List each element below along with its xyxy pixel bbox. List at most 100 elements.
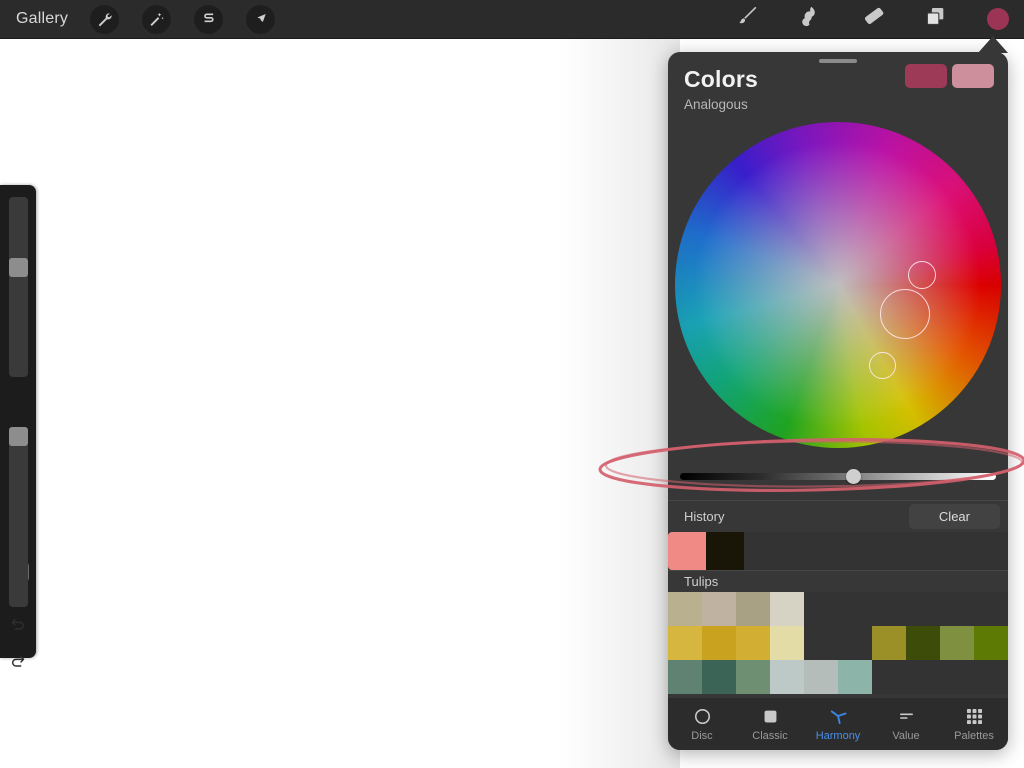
palette-swatch[interactable]	[702, 660, 736, 694]
palette-name-label: Tulips	[684, 574, 719, 589]
palette-swatch-empty	[940, 592, 974, 626]
tab-palettes[interactable]: Palettes	[940, 706, 1008, 742]
tab-disc[interactable]: Disc	[668, 706, 736, 742]
top-toolbar: Gallery	[0, 0, 1024, 39]
primary-color-swatch[interactable]	[905, 64, 947, 88]
brush-opacity-thumb[interactable]	[9, 427, 28, 446]
current-color-swatch	[987, 8, 1009, 30]
palette-swatch[interactable]	[668, 592, 702, 626]
panel-pointer-arrow	[978, 36, 1008, 53]
eraser-icon	[860, 4, 885, 34]
palette-swatch-empty	[838, 592, 872, 626]
tab-harmony[interactable]: Harmony	[804, 706, 872, 742]
wheel-vignette	[675, 122, 1001, 448]
palette-swatch[interactable]	[804, 660, 838, 694]
palette-swatch[interactable]	[736, 592, 770, 626]
selection-button[interactable]	[194, 4, 224, 34]
history-swatch[interactable]	[706, 532, 744, 570]
history-label: History	[684, 509, 725, 524]
circle-outline-icon	[693, 706, 712, 726]
palette-swatch-empty	[974, 660, 1008, 694]
history-swatch[interactable]	[668, 532, 706, 570]
selection-s-icon	[201, 11, 217, 27]
palette-row	[668, 592, 1008, 626]
actions-button[interactable]	[90, 4, 120, 34]
history-swatch-strip	[668, 532, 1008, 570]
palette-row	[668, 660, 1008, 694]
eraser-button[interactable]	[858, 5, 886, 33]
color-wheel-area[interactable]	[675, 120, 1001, 450]
redo-arrow-icon	[10, 654, 26, 675]
palette-swatch[interactable]	[736, 626, 770, 660]
canvas-shadow-gradient	[560, 38, 680, 768]
palette-swatch-empty	[872, 660, 906, 694]
layers-icon	[923, 4, 948, 34]
smudge-icon	[797, 4, 822, 34]
palette-swatch-empty	[940, 660, 974, 694]
palette-swatch[interactable]	[668, 660, 702, 694]
brush-size-thumb[interactable]	[9, 258, 28, 278]
layers-button[interactable]	[921, 5, 949, 33]
palette-swatch[interactable]	[838, 660, 872, 694]
palette-swatch[interactable]	[906, 626, 940, 660]
square-filled-icon	[761, 706, 780, 726]
undo-arrow-icon	[10, 617, 26, 638]
current-color-button[interactable]	[984, 5, 1012, 33]
adjustments-button[interactable]	[142, 4, 172, 34]
palette-row	[668, 626, 1008, 660]
palette-swatch[interactable]	[770, 626, 804, 660]
brightness-slider-thumb[interactable]	[846, 469, 862, 484]
harmony-ring-upper[interactable]	[908, 261, 936, 289]
palette-swatch[interactable]	[940, 626, 974, 660]
app-root: Gallery Colors Analogous History Clear T…	[0, 0, 1024, 768]
transform-arrow-icon	[253, 11, 269, 27]
palette-swatch[interactable]	[770, 592, 804, 626]
smudge-button[interactable]	[795, 5, 823, 33]
palette-swatch[interactable]	[872, 626, 906, 660]
magic-wand-icon	[148, 11, 165, 28]
tab-value[interactable]: Value	[872, 706, 940, 742]
palette-swatch-empty	[804, 626, 838, 660]
tab-label: Disc	[691, 730, 713, 742]
secondary-color-swatch[interactable]	[952, 64, 994, 88]
adjustments-wrench-icon	[96, 11, 113, 28]
harmony-mode-label: Analogous	[684, 97, 748, 112]
redo-button[interactable]	[0, 654, 36, 675]
palette-swatch[interactable]	[736, 660, 770, 694]
brightness-slider-track[interactable]	[680, 473, 996, 480]
brush-opacity-slider[interactable]	[9, 427, 28, 607]
palette-swatch-empty	[838, 626, 872, 660]
harmony-tri-icon	[827, 706, 849, 726]
palette-swatch[interactable]	[770, 660, 804, 694]
palette-swatch-empty	[906, 660, 940, 694]
tab-label: Classic	[752, 730, 788, 742]
brush-size-slider[interactable]	[9, 197, 28, 377]
gallery-button[interactable]: Gallery	[16, 10, 68, 28]
right-tool-group	[732, 0, 1012, 38]
clear-history-button[interactable]: Clear	[908, 504, 1000, 529]
palette-swatch-empty	[872, 592, 906, 626]
palette-swatch[interactable]	[702, 626, 736, 660]
undo-button[interactable]	[0, 617, 36, 638]
harmony-ring-lower[interactable]	[868, 351, 896, 379]
paintbrush-button[interactable]	[732, 5, 760, 33]
palette-swatch-empty	[906, 592, 940, 626]
transform-button[interactable]	[246, 4, 276, 34]
colors-tab-bar: Disc Classic Harmony Value Palettes	[668, 698, 1008, 750]
palette-swatch[interactable]	[974, 626, 1008, 660]
history-header: History Clear	[668, 500, 1008, 532]
primary-color-ring[interactable]	[880, 289, 930, 339]
tool-button-group	[90, 4, 276, 34]
palette-swatch-grid	[668, 592, 1008, 694]
palette-swatch[interactable]	[668, 626, 702, 660]
colors-panel: Colors Analogous History Clear Tulips Di…	[668, 52, 1008, 750]
palette-header: Tulips	[668, 570, 1008, 592]
tab-classic[interactable]: Classic	[736, 706, 804, 742]
tab-label: Value	[892, 730, 920, 742]
palette-swatch-empty	[974, 592, 1008, 626]
palette-swatch-empty	[804, 592, 838, 626]
palette-swatch[interactable]	[702, 592, 736, 626]
grid-3x3-icon	[965, 706, 984, 726]
paintbrush-icon	[734, 4, 759, 34]
value-slider-area[interactable]	[668, 456, 1008, 500]
